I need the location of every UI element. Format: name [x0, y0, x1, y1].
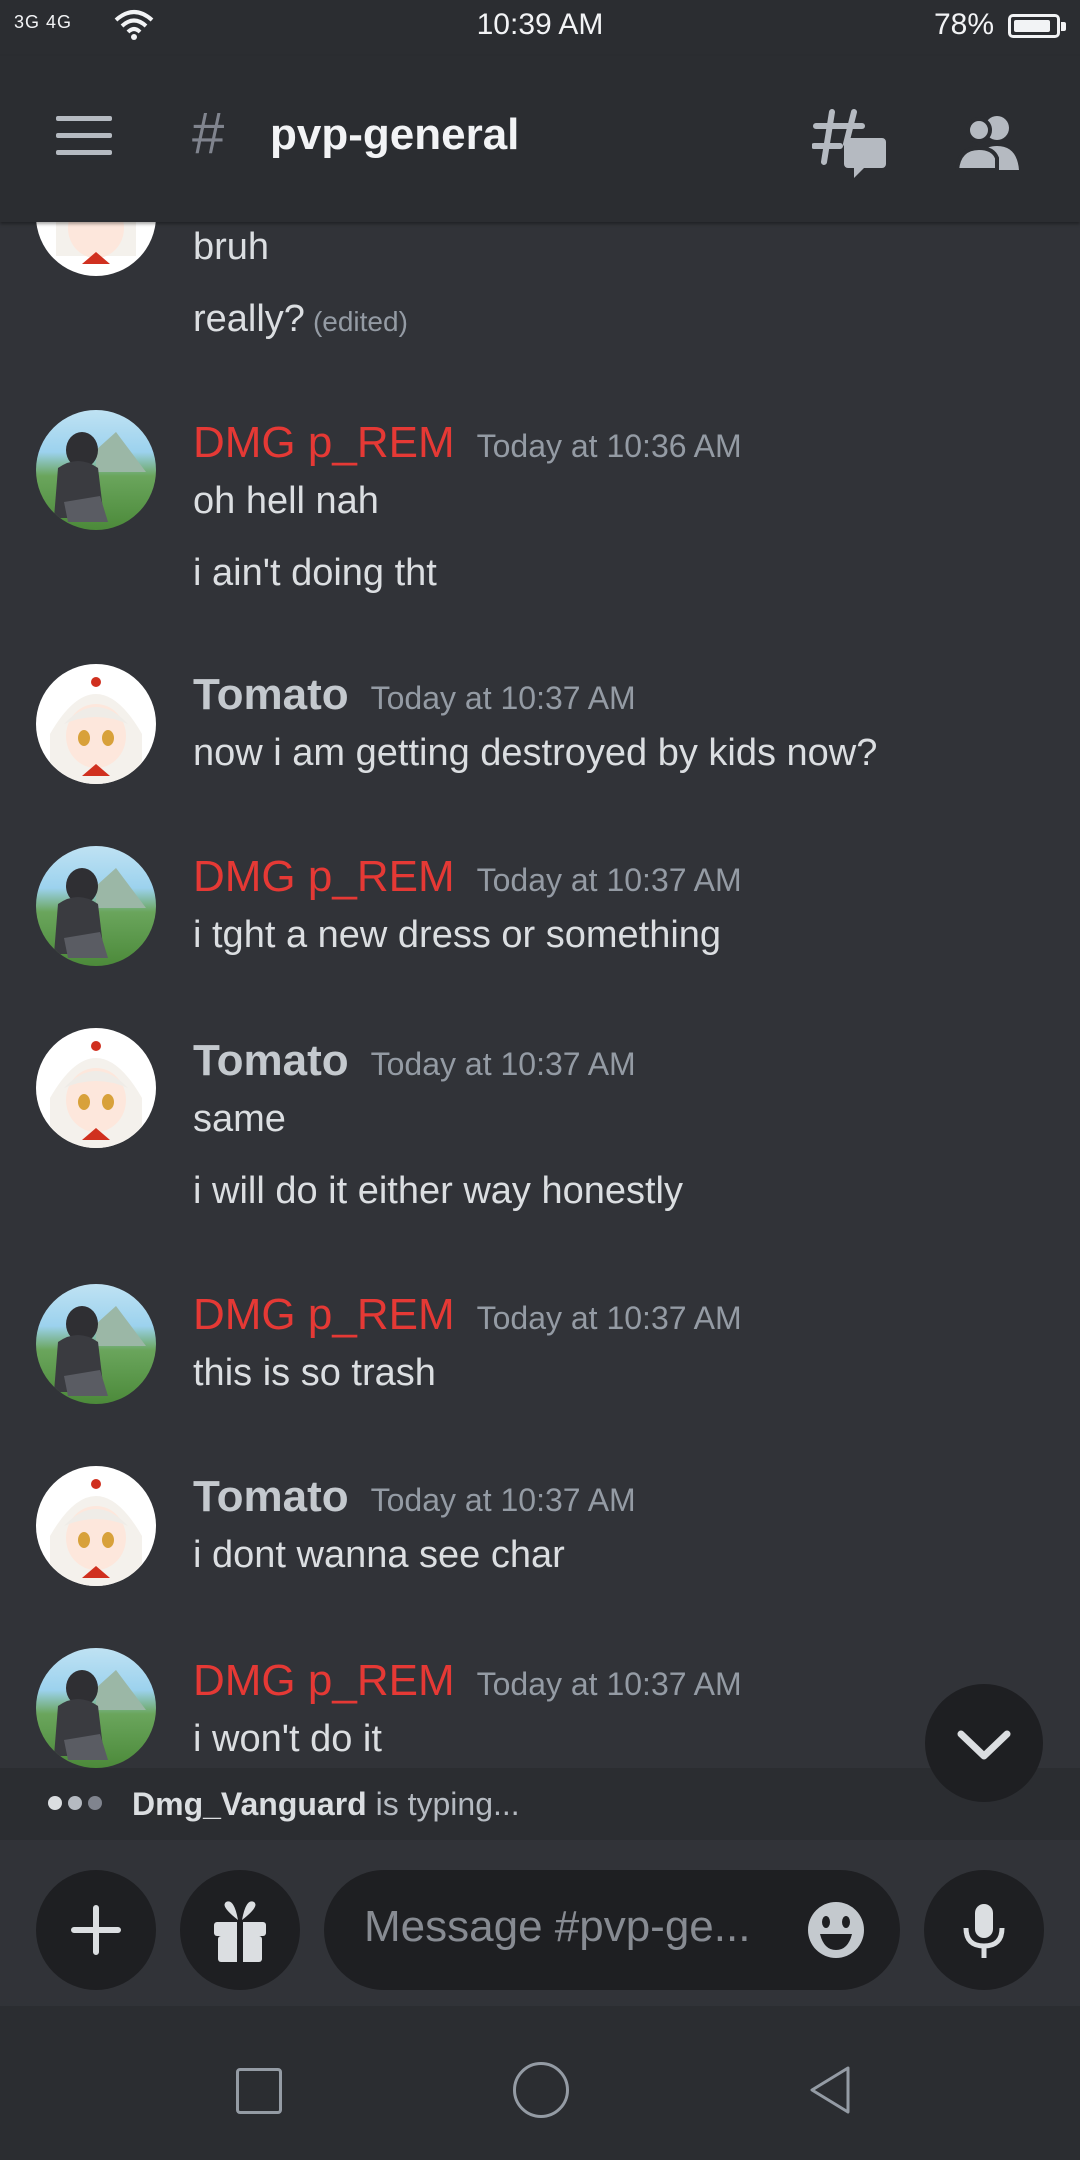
typing-dots-icon: [48, 1796, 108, 1815]
avatar[interactable]: [36, 846, 156, 966]
avatar[interactable]: [36, 1284, 156, 1404]
message-timestamp: Today at 10:37 AM: [370, 1046, 636, 1082]
message-text: i won't do it: [193, 1718, 382, 1760]
message-text: bruh: [193, 226, 270, 268]
channel-header: # pvp-general: [0, 56, 1080, 222]
typing-suffix: is typing...: [375, 1786, 520, 1822]
message-timestamp: Today at 10:37 AM: [370, 1482, 636, 1518]
chevron-down-icon: [957, 1730, 1011, 1760]
message-input[interactable]: Message #pvp-ge...: [324, 1870, 900, 1990]
typing-user: Dmg_Vanguard: [132, 1786, 367, 1822]
avatar[interactable]: [36, 410, 156, 530]
message-text: i ain't doing tht: [193, 552, 437, 594]
system-nav-bar: [0, 2006, 1080, 2160]
message-author[interactable]: Tomato Today at 10:37 AM: [193, 670, 636, 720]
avatar[interactable]: [36, 1648, 156, 1768]
plus-icon: [71, 1905, 121, 1955]
message-author[interactable]: DMG p_REM Today at 10:36 AM: [193, 418, 742, 468]
threads-icon[interactable]: [811, 104, 888, 180]
channel-title[interactable]: pvp-general: [270, 110, 519, 160]
avatar[interactable]: [36, 1466, 156, 1586]
recent-apps-icon[interactable]: [236, 2068, 282, 2114]
voice-button[interactable]: [924, 1870, 1044, 1990]
typing-indicator: Dmg_Vanguard is typing...: [0, 1768, 1080, 1840]
avatar[interactable]: [36, 1028, 156, 1148]
message-author[interactable]: Tomato Today at 10:37 AM: [193, 1472, 636, 1522]
edited-label: (edited): [312, 306, 408, 337]
status-bar: 3G 4G 10:39 AM 78%: [0, 0, 1080, 56]
members-icon[interactable]: [954, 112, 1021, 172]
message-text: i dont wanna see char: [193, 1534, 565, 1576]
message-list[interactable]: bruh really? (edited) DMG p_REM Today at 1…: [0, 222, 1080, 1768]
message-composer: Message #pvp-ge...: [0, 1842, 1080, 2006]
back-icon[interactable]: [806, 2064, 852, 2116]
channel-hash-icon: #: [192, 101, 225, 166]
gift-button[interactable]: [180, 1870, 300, 1990]
message-input-placeholder: Message #pvp-ge...: [364, 1902, 751, 1951]
battery-percent: 78%: [933, 8, 994, 41]
message-text: this is so trash: [193, 1352, 436, 1394]
message-timestamp: Today at 10:37 AM: [476, 1666, 742, 1702]
message-text: i will do it either way honestly: [193, 1170, 683, 1212]
message-timestamp: Today at 10:37 AM: [476, 862, 742, 898]
message-author[interactable]: Tomato Today at 10:37 AM: [193, 1036, 636, 1086]
message-text: oh hell nah: [193, 480, 379, 522]
message-text: now i am getting destroyed by kids now?: [193, 732, 878, 774]
gift-icon: [214, 1901, 266, 1962]
battery-icon: [1008, 14, 1066, 38]
hamburger-menu-icon[interactable]: [56, 116, 112, 156]
message-author[interactable]: DMG p_REM Today at 10:37 AM: [193, 852, 742, 902]
message-text: i tght a new dress or something: [193, 914, 722, 956]
message-timestamp: Today at 10:36 AM: [476, 428, 742, 464]
message-author[interactable]: DMG p_REM Today at 10:37 AM: [193, 1290, 742, 1340]
avatar[interactable]: [36, 222, 156, 276]
message-author[interactable]: DMG p_REM Today at 10:37 AM: [193, 1656, 742, 1706]
message-text: same: [193, 1098, 286, 1140]
message-timestamp: Today at 10:37 AM: [476, 1300, 742, 1336]
attach-button[interactable]: [36, 1870, 156, 1990]
emoji-icon[interactable]: [804, 1898, 868, 1962]
avatar[interactable]: [36, 664, 156, 784]
message-text: really? (edited): [193, 298, 408, 340]
home-icon[interactable]: [513, 2062, 569, 2118]
jump-to-bottom-button[interactable]: [925, 1684, 1043, 1802]
microphone-icon: [963, 1904, 1005, 1958]
message-timestamp: Today at 10:37 AM: [370, 680, 636, 716]
clock: 10:39 AM: [476, 8, 604, 41]
